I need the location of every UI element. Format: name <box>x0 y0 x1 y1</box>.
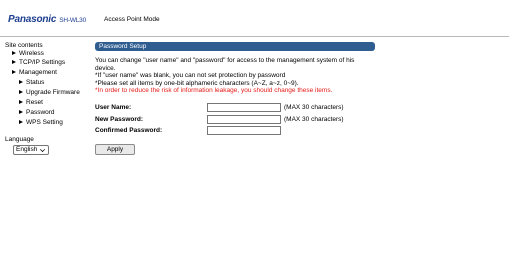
sidebar-item-status[interactable]: Status <box>19 79 44 86</box>
page-header: Panasonic SH-WL30 Access Point Mode <box>0 0 509 36</box>
sidebar-title: Site contents <box>5 42 43 49</box>
sidebar-item-label: Reset <box>26 99 43 106</box>
header-divider <box>0 36 509 37</box>
chevron-down-icon <box>40 147 45 152</box>
triangle-right-icon <box>19 100 23 104</box>
model-name: SH-WL30 <box>59 17 87 24</box>
apply-button[interactable]: Apply <box>95 144 135 155</box>
sidebar-item-management[interactable]: Management <box>12 69 57 76</box>
language-value: English <box>16 146 38 153</box>
new-password-label: New Password: <box>95 116 144 123</box>
sidebar-item-label: TCP/IP Settings <box>19 59 66 66</box>
description-line: *If "user name" was blank, you can not s… <box>95 72 286 80</box>
sidebar-item-label: Status <box>26 79 45 86</box>
new-password-input[interactable] <box>207 115 281 124</box>
warning-text: *In order to reduce the risk of informat… <box>95 87 333 95</box>
user-name-label: User Name: <box>95 104 132 111</box>
description: You can change "user name" and "password… <box>95 57 365 95</box>
brand-logo: Panasonic SH-WL30 <box>8 14 86 25</box>
panel-title: Password Setup <box>95 42 375 51</box>
sidebar-item-label: Upgrade Firmware <box>26 89 80 96</box>
sidebar-item-label: Management <box>19 69 57 76</box>
triangle-right-icon <box>19 80 23 84</box>
mode-label: Access Point Mode <box>104 16 160 23</box>
triangle-right-icon <box>19 90 23 94</box>
confirmed-password-label: Confirmed Password: <box>95 127 163 134</box>
language-label: Language <box>5 136 34 143</box>
user-name-hint: (MAX 30 characters) <box>284 104 344 111</box>
sidebar-item-tcpip-settings[interactable]: TCP/IP Settings <box>12 59 65 66</box>
language-select[interactable]: English <box>13 145 49 155</box>
sidebar-item-password[interactable]: Password <box>19 109 55 116</box>
sidebar-item-label: Password <box>26 109 55 116</box>
sidebar-item-label: WPS Setting <box>26 119 63 126</box>
triangle-right-icon <box>12 60 16 64</box>
brand-name: Panasonic <box>8 14 57 25</box>
triangle-right-icon <box>12 70 16 74</box>
sidebar-item-wps-setting[interactable]: WPS Setting <box>19 119 63 126</box>
user-name-input[interactable] <box>207 103 281 112</box>
sidebar-item-wireless[interactable]: Wireless <box>12 50 44 57</box>
new-password-hint: (MAX 30 characters) <box>284 116 344 123</box>
triangle-right-icon <box>19 110 23 114</box>
sidebar-item-upgrade-firmware[interactable]: Upgrade Firmware <box>19 89 80 96</box>
triangle-right-icon <box>19 120 23 124</box>
description-line: *Please set all items by one-bit alphame… <box>95 79 299 87</box>
sidebar-item-reset[interactable]: Reset <box>19 99 43 106</box>
confirmed-password-input[interactable] <box>207 126 281 135</box>
triangle-right-icon <box>12 51 16 55</box>
description-line: You can change "user name" and "password… <box>95 57 355 72</box>
sidebar-item-label: Wireless <box>19 50 44 57</box>
